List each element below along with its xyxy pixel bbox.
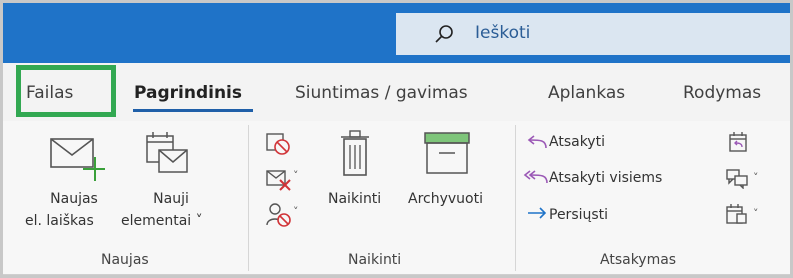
delete-button-label[interactable]: Naikinti: [328, 191, 381, 207]
meeting-reply-icon[interactable]: [727, 131, 749, 153]
junk-icon[interactable]: [265, 201, 293, 229]
forward-button-label[interactable]: Persiųsti: [549, 207, 608, 223]
more-respond-chevron-icon[interactable]: ˅: [753, 207, 759, 220]
new-email-icon[interactable]: [49, 133, 105, 183]
reply-all-arrow-icon[interactable]: [523, 169, 549, 185]
new-email-label-line1[interactable]: Naujas: [43, 191, 105, 207]
search-input[interactable]: [396, 13, 790, 55]
new-email-label-line2[interactable]: el. laiškas: [25, 213, 94, 229]
archive-icon[interactable]: [421, 129, 473, 179]
search-icon: [435, 25, 453, 43]
failas-highlight-box: [16, 65, 116, 117]
tab-siuntimas-gavimas[interactable]: Siuntimas / gavimas: [295, 83, 468, 103]
clean-up-chevron-icon[interactable]: ˅: [293, 169, 299, 182]
group-separator: [515, 125, 516, 271]
new-items-label-line2[interactable]: elementai ˅: [121, 213, 203, 229]
archive-button-label[interactable]: Archyvuoti: [408, 191, 483, 207]
im-reply-icon[interactable]: [725, 167, 749, 189]
tab-rodymas[interactable]: Rodymas: [683, 83, 761, 103]
delete-trash-icon[interactable]: [337, 129, 373, 181]
new-items-label-line1[interactable]: Nauji: [143, 191, 199, 207]
group-label-naikinti: Naikinti: [348, 252, 402, 268]
group-label-naujas: Naujas: [101, 252, 149, 268]
clean-up-icon[interactable]: [265, 165, 293, 193]
reply-all-button-label[interactable]: Atsakyti visiems: [549, 170, 662, 186]
group-separator: [248, 125, 249, 271]
search-placeholder: Ieškoti: [475, 23, 531, 43]
tab-pagrindinis[interactable]: Pagrindinis: [134, 83, 242, 103]
junk-chevron-icon[interactable]: ˅: [293, 205, 299, 218]
ignore-icon[interactable]: [265, 130, 293, 158]
active-tab-indicator: [133, 109, 253, 112]
new-items-icon[interactable]: [143, 128, 191, 180]
forward-arrow-icon[interactable]: [526, 206, 548, 220]
outlook-ribbon-window: Ieškoti Failas Pagrindinis Siuntimas / g…: [3, 3, 790, 275]
more-respond-icon[interactable]: [725, 203, 749, 225]
reply-button-label[interactable]: Atsakyti: [549, 134, 605, 150]
im-reply-chevron-icon[interactable]: ˅: [753, 171, 759, 184]
group-label-atsakymas: Atsakymas: [600, 252, 677, 268]
ribbon-bottom-border: [3, 274, 790, 275]
tab-aplankas[interactable]: Aplankas: [548, 83, 625, 103]
reply-arrow-icon[interactable]: [526, 134, 548, 150]
